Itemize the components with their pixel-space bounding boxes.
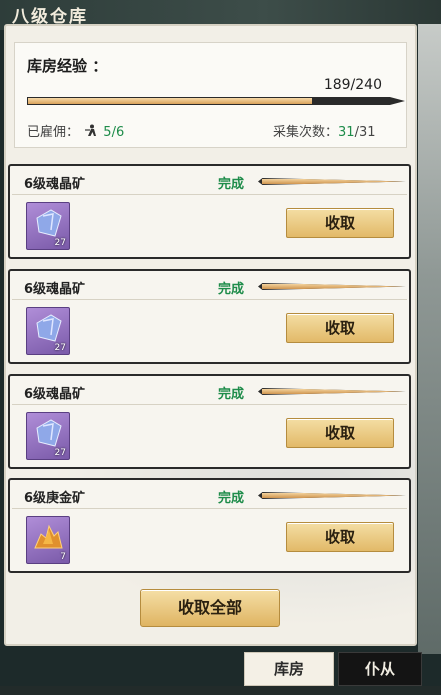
ore-name: 6级庚金矿 bbox=[24, 491, 86, 506]
experience-bar-fill bbox=[28, 98, 312, 104]
ore-progress-bar bbox=[258, 178, 406, 185]
ore-name: 6级魂晶矿 bbox=[24, 282, 86, 297]
ore-progress-bar bbox=[258, 283, 406, 290]
item-count: 27 bbox=[54, 238, 66, 248]
collect-label: 采集次数： bbox=[273, 125, 339, 140]
ore-progress-fill bbox=[262, 179, 402, 184]
gold-ore-icon[interactable]: 7 bbox=[26, 516, 70, 564]
side-scenery bbox=[418, 24, 441, 654]
ore-progress-bar bbox=[258, 388, 406, 395]
ore-card: 6级魂晶矿 完成 27 收取 bbox=[8, 164, 411, 259]
card-divider bbox=[12, 194, 407, 195]
hired-value: 5/6 bbox=[103, 125, 125, 140]
crystal-ore-icon[interactable]: 27 bbox=[26, 307, 70, 355]
ore-status: 完成 bbox=[218, 177, 245, 192]
ore-name: 6级魂晶矿 bbox=[24, 177, 86, 192]
experience-box: 库房经验 ： 189/240 已雇佣： 5/6 采集次数：31/31 bbox=[14, 42, 407, 148]
collect-current: 31 bbox=[338, 125, 355, 140]
collect-button[interactable]: 收取 bbox=[286, 313, 394, 343]
ore-progress-fill bbox=[262, 284, 402, 289]
item-count: 27 bbox=[54, 448, 66, 458]
ore-card: 6级魂晶矿 完成 27 收取 bbox=[8, 374, 411, 469]
hired-label: 已雇佣： bbox=[27, 125, 80, 140]
experience-value: 189/240 bbox=[323, 77, 382, 93]
ore-card: 6级庚金矿 完成 7 收取 bbox=[8, 478, 411, 573]
collect-total: /31 bbox=[354, 125, 376, 140]
ore-name: 6级魂晶矿 bbox=[24, 387, 86, 402]
card-divider bbox=[12, 404, 407, 405]
ore-card: 6级魂晶矿 完成 27 收取 bbox=[8, 269, 411, 364]
card-divider bbox=[12, 299, 407, 300]
experience-bar bbox=[27, 97, 405, 105]
hired-row: 已雇佣： 5/6 bbox=[27, 121, 124, 140]
experience-label: 库房经验 ： bbox=[27, 57, 108, 75]
collect-button[interactable]: 收取 bbox=[286, 522, 394, 552]
crystal-ore-icon[interactable]: 27 bbox=[26, 202, 70, 250]
ore-status: 完成 bbox=[218, 491, 245, 506]
tab-servants[interactable]: 仆从 bbox=[338, 652, 422, 686]
card-divider bbox=[12, 508, 407, 509]
ore-progress-fill bbox=[262, 389, 402, 394]
collect-row: 采集次数：31/31 bbox=[273, 121, 375, 140]
tab-warehouse[interactable]: 库房 bbox=[244, 652, 334, 686]
collect-all-button[interactable]: 收取全部 bbox=[140, 589, 280, 627]
ore-status: 完成 bbox=[218, 387, 245, 402]
crystal-ore-icon[interactable]: 27 bbox=[26, 412, 70, 460]
ore-progress-fill bbox=[262, 493, 402, 498]
ore-status: 完成 bbox=[218, 282, 245, 297]
ore-progress-bar bbox=[258, 492, 406, 499]
collect-button[interactable]: 收取 bbox=[286, 208, 394, 238]
item-count: 7 bbox=[60, 552, 66, 562]
item-count: 27 bbox=[54, 343, 66, 353]
collect-button[interactable]: 收取 bbox=[286, 418, 394, 448]
servant-icon bbox=[83, 124, 99, 137]
bottom-strip bbox=[0, 686, 441, 695]
